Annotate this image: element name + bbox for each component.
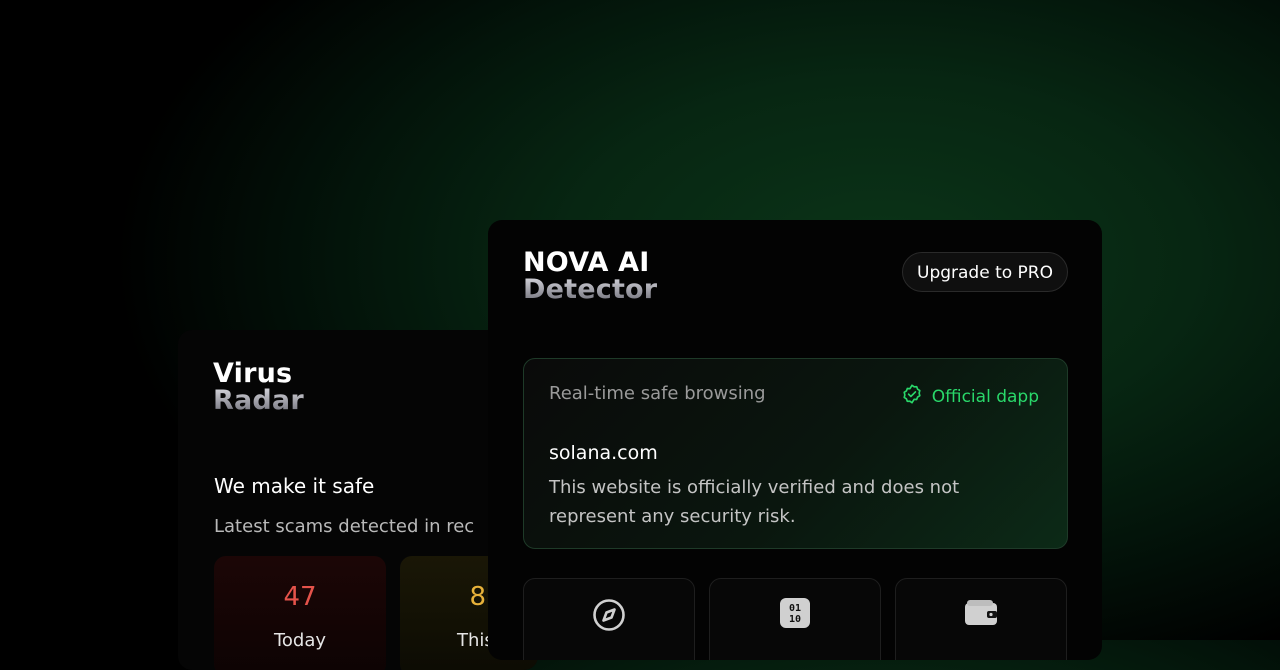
wallet-icon [896,597,1066,629]
logo-line-1: NOVA AI [523,247,650,278]
nova-logo: NOVA AI Detector [523,249,657,303]
binary-tile[interactable]: 01 10 [709,578,881,660]
nova-detector-card: NOVA AI Detector Upgrade to PRO Real-tim… [488,220,1102,660]
verified-badge-icon [901,383,923,410]
logo-line-2: Radar [213,385,304,416]
logo-line-1: Virus [213,358,293,389]
browse-tile[interactable] [523,578,695,660]
stat-value: 47 [283,582,317,612]
official-badge-label: Official dapp [931,386,1039,407]
site-description: This website is officially verified and … [549,477,960,527]
svg-text:10: 10 [789,614,801,625]
official-badge: Official dapp [901,383,1039,410]
site-domain: solana.com [549,442,658,464]
panel-label: Real-time safe browsing [549,383,766,404]
binary-code-icon: 01 10 [710,597,880,629]
section-heading: We make it safe [214,474,375,498]
stat-card-today[interactable]: 47 Today [214,556,386,670]
virus-radar-logo: Virus Radar [213,360,304,414]
safe-browsing-panel: Real-time safe browsing Official dapp so… [523,358,1068,549]
wallet-tile[interactable] [895,578,1067,660]
section-subtitle: Latest scams detected in rec [214,516,475,537]
stat-label: Today [273,630,327,651]
compass-icon [524,597,694,633]
upgrade-button[interactable]: Upgrade to PRO [902,252,1068,292]
virus-radar-card: Virus Radar We make it safe Latest scams… [178,330,538,670]
svg-text:01: 01 [789,603,801,614]
logo-line-2: Detector [523,274,658,305]
